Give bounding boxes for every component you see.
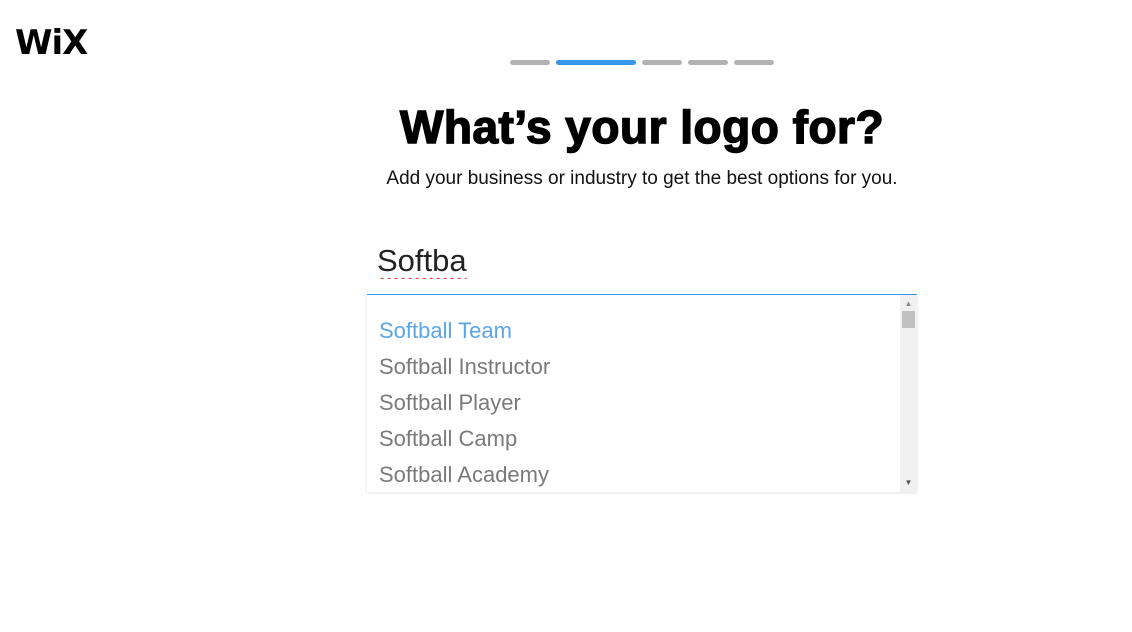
suggestion-item[interactable]: Softball Team [379, 313, 917, 349]
scroll-down-arrow-icon[interactable]: ▼ [900, 476, 917, 490]
dropdown-scrollbar[interactable]: ▲ ▼ [900, 295, 917, 492]
suggestion-item[interactable]: Softball Player [379, 385, 917, 421]
page-title: What’s your logo for? [399, 100, 885, 154]
page-subtitle: Add your business or industry to get the… [386, 168, 898, 189]
scroll-up-arrow-icon[interactable]: ▲ [900, 297, 917, 311]
progress-step-5 [734, 60, 774, 65]
progress-step-4 [688, 60, 728, 65]
suggestion-item[interactable]: Softball Instructor [379, 349, 917, 385]
progress-step-1 [510, 60, 550, 65]
wix-logo[interactable]: WiX [15, 26, 88, 60]
progress-step-3 [642, 60, 682, 65]
suggestion-item[interactable]: Softball Academy [379, 457, 917, 492]
progress-step-2-active [556, 60, 636, 65]
suggestion-item[interactable]: Softball Camp [379, 421, 917, 457]
scrollbar-thumb[interactable] [902, 311, 915, 328]
step-progress-indicator [510, 60, 774, 65]
suggestions-dropdown: Softball Team Softball Instructor Softba… [367, 295, 917, 492]
business-search-input[interactable] [377, 243, 897, 279]
business-search-field [367, 238, 917, 295]
suggestions-list: Softball Team Softball Instructor Softba… [367, 295, 917, 492]
